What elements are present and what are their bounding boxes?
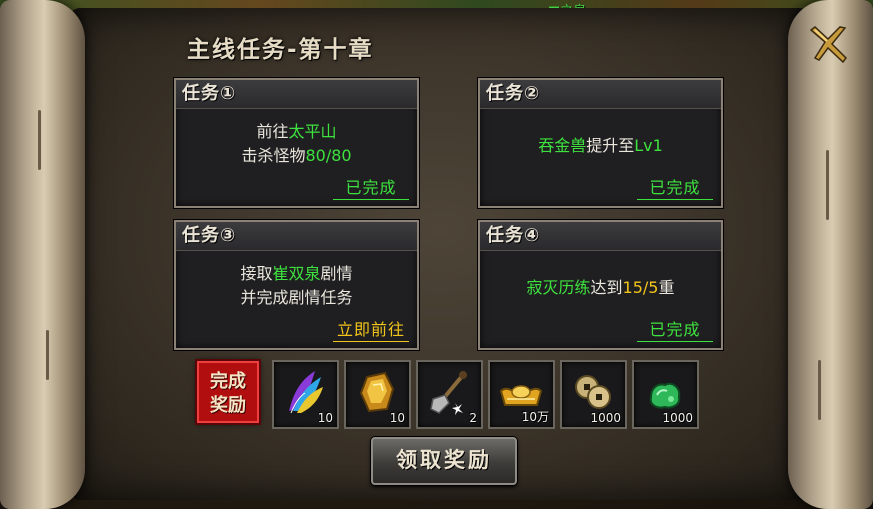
close-icon <box>809 26 847 64</box>
reward-slot-6[interactable]: 1000 <box>632 360 699 429</box>
quest-title: 任务① <box>176 80 417 109</box>
quest-text: 剧情 <box>320 264 353 283</box>
quest-npc-link: 崔双泉 <box>272 264 321 283</box>
badge-text: 完成 <box>210 371 246 392</box>
close-button[interactable] <box>805 22 851 68</box>
shovel-icon <box>430 371 467 415</box>
quest-text: 重 <box>658 278 675 297</box>
reward-slot-2[interactable]: 10 <box>344 360 411 429</box>
item-quantity: 10万 <box>521 410 549 424</box>
quest-status-completed: 已完成 <box>333 174 409 200</box>
jade-icon <box>649 382 681 409</box>
quest-description: 吞金兽提升至Lv1 <box>480 134 721 158</box>
quest-text: 接取 <box>240 264 273 283</box>
quest-location-link: 太平山 <box>288 122 337 141</box>
quest-description: 寂灭历练达到15/5重 <box>480 276 721 300</box>
quest-text: 前往 <box>256 122 289 141</box>
item-quantity: 1000 <box>662 411 693 425</box>
quest-panel-4: 任务④ 寂灭历练达到15/5重 已完成 <box>478 220 723 350</box>
scroll-right-roll <box>788 0 873 509</box>
quest-title: 任务② <box>480 80 721 109</box>
quest-description: 前往太平山 击杀怪物80/80 <box>176 120 417 168</box>
quest-window: ■之泉 主线任务-第十章 任务① 前往太平山 击杀怪物80/80 已完成 任务②… <box>0 0 873 509</box>
quest-title: 任务④ <box>480 222 721 251</box>
quest-panel-2: 任务② 吞金兽提升至Lv1 已完成 <box>478 78 723 208</box>
quest-target: 吞金兽 <box>538 136 587 155</box>
item-quantity: 10 <box>317 411 333 425</box>
quest-title: 任务③ <box>176 222 417 251</box>
reward-slot-3[interactable]: 2 <box>416 360 483 429</box>
quest-status-completed: 已完成 <box>637 174 713 200</box>
quest-target: 寂灭历练 <box>526 278 591 297</box>
quest-text: 提升至 <box>586 136 635 155</box>
go-now-button[interactable]: 立即前往 <box>333 316 409 342</box>
claim-reward-button[interactable]: 领取奖励 <box>371 437 517 485</box>
reward-slot-5[interactable]: 1000 <box>560 360 627 429</box>
coin-stack-icon <box>575 375 611 409</box>
completion-reward-badge: 完成 奖励 <box>197 361 259 423</box>
scroll-left-roll <box>0 0 85 509</box>
quest-status-completed: 已完成 <box>637 316 713 342</box>
item-quantity: 1000 <box>590 411 621 425</box>
reward-slot-4[interactable]: 10万 <box>488 360 555 429</box>
reward-slot-1[interactable]: 10 <box>272 360 339 429</box>
quest-progress: 15/5 <box>622 278 659 297</box>
quest-panel-3: 任务③ 接取崔双泉剧情 并完成剧情任务 立即前往 <box>174 220 419 350</box>
quest-progress: Lv1 <box>634 136 663 155</box>
quest-description: 接取崔双泉剧情 并完成剧情任务 <box>176 262 417 310</box>
item-quantity: 10 <box>389 411 405 425</box>
window-title: 主线任务-第十章 <box>187 37 374 63</box>
quest-progress: 80/80 <box>305 146 352 165</box>
item-quantity: 2 <box>469 411 477 425</box>
quest-text: 达到 <box>590 278 623 297</box>
gold-ore-icon <box>359 371 395 413</box>
quest-panel-1: 任务① 前往太平山 击杀怪物80/80 已完成 <box>174 78 419 208</box>
badge-text: 奖励 <box>210 395 246 416</box>
quest-text: 并完成剧情任务 <box>240 288 353 307</box>
quest-text: 击杀怪物 <box>241 146 306 165</box>
feather-icon <box>289 371 323 414</box>
